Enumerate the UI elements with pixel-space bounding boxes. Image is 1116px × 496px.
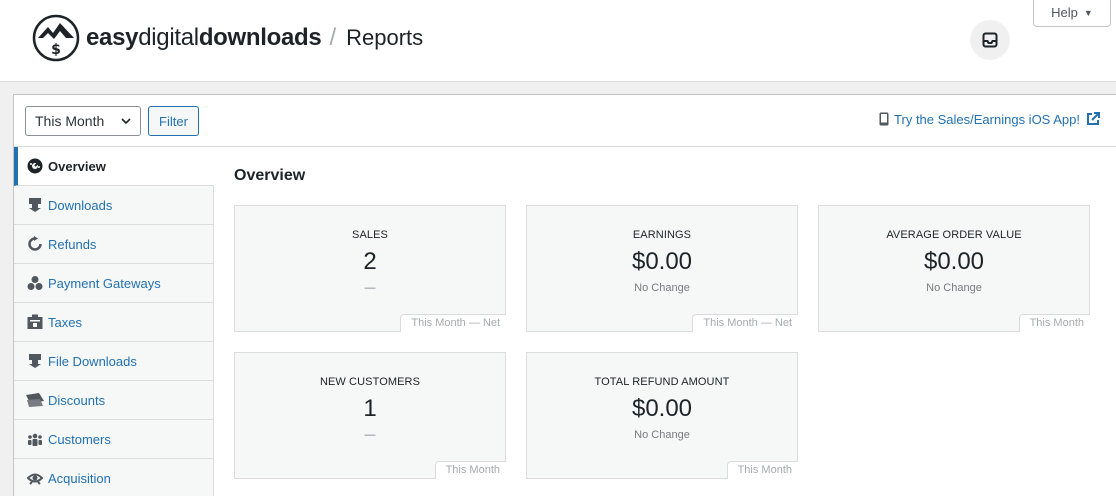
- brand-logo[interactable]: $ easy digital downloads / Reports: [32, 14, 423, 62]
- filter-button[interactable]: Filter: [148, 106, 199, 136]
- date-range-select[interactable]: This Month: [25, 106, 141, 136]
- stat-tile-total-refund-amount: TOTAL REFUND AMOUNT $0.00 No Change This…: [526, 352, 798, 479]
- tile-value: 2: [363, 248, 377, 275]
- nav-item-file-downloads[interactable]: File Downloads: [14, 342, 214, 381]
- inbox-button[interactable]: [970, 20, 1010, 60]
- reports-nav: Overview Downloads Refunds Payment Gatew…: [14, 147, 214, 496]
- tile-range-label: This Month: [1018, 314, 1090, 332]
- tile-value: 1: [363, 395, 377, 422]
- svg-text:$: $: [51, 42, 61, 58]
- tile-range-label: This Month: [434, 461, 506, 479]
- nav-item-taxes[interactable]: Taxes: [14, 303, 214, 342]
- tile-range-label: This Month — Net: [400, 314, 506, 332]
- tickets-icon: [26, 391, 44, 409]
- tile-label: EARNINGS: [632, 229, 692, 241]
- ios-app-link[interactable]: Try the Sales/Earnings iOS App!: [879, 111, 1101, 127]
- acquisition-icon: [26, 469, 44, 487]
- tile-range-label: This Month — Net: [692, 314, 798, 332]
- tile-label: TOTAL REFUND AMOUNT: [594, 376, 730, 388]
- external-link-icon: [1087, 112, 1100, 125]
- nav-label: File Downloads: [48, 353, 137, 369]
- help-label: Help: [1051, 5, 1078, 20]
- tile-value: $0.00: [631, 395, 693, 422]
- app-header: $ easy digital downloads / Reports Help ▼: [0, 0, 1116, 82]
- breadcrumb-separator: /: [329, 24, 337, 51]
- tile-change: No Change: [926, 282, 982, 294]
- nav-label: Downloads: [48, 197, 113, 213]
- filter-bar: This Month Filter Try the Sales/Earnings…: [14, 95, 1116, 147]
- tile-label: SALES: [352, 229, 388, 241]
- nav-label: Customers: [48, 431, 111, 447]
- nav-item-acquisition[interactable]: Acquisition: [14, 459, 214, 496]
- stat-tile-new-customers: NEW CUSTOMERS 1 — This Month: [234, 352, 506, 479]
- tile-change: —: [364, 429, 376, 441]
- refund-icon: [26, 235, 44, 253]
- nav-label: Overview: [48, 158, 106, 174]
- tile-change: No Change: [634, 282, 690, 294]
- ios-link-text: Try the Sales/Earnings iOS App!: [894, 111, 1080, 127]
- nav-item-downloads[interactable]: Downloads: [14, 186, 214, 225]
- nav-label: Acquisition: [48, 470, 111, 486]
- nav-label: Payment Gateways: [48, 275, 161, 291]
- caret-down-icon: ▼: [1083, 7, 1093, 18]
- date-range-value: This Month: [35, 113, 105, 129]
- reports-panel: This Month Filter Try the Sales/Earnings…: [13, 94, 1116, 496]
- smartphone-icon: [879, 112, 889, 126]
- stat-tile-average-order-value: AVERAGE ORDER VALUE $0.00 No Change This…: [818, 205, 1090, 332]
- tile-change: —: [364, 282, 376, 294]
- nav-item-customers[interactable]: Customers: [14, 420, 214, 459]
- tile-change: No Change: [634, 429, 690, 441]
- inbox-icon: [982, 32, 998, 48]
- dashboard-icon: [26, 157, 44, 175]
- edd-logo-icon: $: [32, 14, 80, 62]
- section-title: Overview: [234, 167, 306, 184]
- tile-label: NEW CUSTOMERS: [319, 376, 421, 388]
- tile-label: AVERAGE ORDER VALUE: [886, 229, 1022, 241]
- nav-item-overview[interactable]: Overview: [14, 147, 214, 186]
- stat-tile-sales: SALES 2 — This Month — Net: [234, 205, 506, 332]
- groups-icon: [26, 430, 44, 448]
- download-icon: [26, 352, 44, 370]
- brand-name: easy digital downloads: [86, 24, 322, 51]
- gateways-icon: [26, 274, 44, 292]
- nav-label: Taxes: [48, 314, 82, 330]
- taxes-icon: [26, 313, 44, 331]
- help-tab[interactable]: Help ▼: [1033, 0, 1111, 27]
- nav-item-payment-gateways[interactable]: Payment Gateways: [14, 264, 214, 303]
- nav-label: Discounts: [48, 392, 106, 408]
- tile-value: $0.00: [631, 248, 693, 275]
- download-icon: [26, 196, 44, 214]
- nav-item-discounts[interactable]: Discounts: [14, 381, 214, 420]
- stat-tile-earnings: EARNINGS $0.00 No Change This Month — Ne…: [526, 205, 798, 332]
- nav-item-refunds[interactable]: Refunds: [14, 225, 214, 264]
- chevron-down-icon: [121, 118, 131, 125]
- tile-range-label: This Month: [726, 461, 798, 479]
- nav-label: Refunds: [48, 236, 97, 252]
- page-title: Reports: [346, 25, 424, 50]
- tile-value: $0.00: [923, 248, 985, 275]
